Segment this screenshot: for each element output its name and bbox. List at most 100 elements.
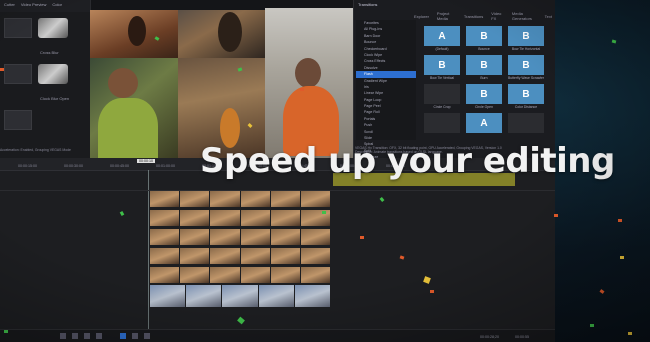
video-clip[interactable] [210,210,240,226]
video-clip[interactable] [240,229,270,245]
transition-preset[interactable]: A [466,113,502,134]
video-clip[interactable] [240,191,270,207]
video-clip[interactable] [180,191,210,207]
preset-thumbnail[interactable]: B [466,55,502,75]
tab-transitions[interactable]: Transitions [464,14,483,19]
tab-cutter[interactable]: Cutter [4,2,15,10]
video-preview-tile[interactable] [265,8,353,158]
video-clip[interactable] [210,267,240,283]
tab-explorer[interactable]: Explorer [414,14,429,19]
transition-preset[interactable]: A (Default) [424,26,460,51]
effect-thumbnail[interactable] [4,110,32,130]
preset-thumbnail[interactable]: B [466,84,502,104]
transition-preset[interactable]: B Bow Tie Vertical [424,55,460,80]
tab-media-generators[interactable]: Media Generators [512,11,537,21]
preset-thumbnail[interactable] [424,84,460,104]
video-preview-tile[interactable] [178,10,265,58]
video-clip[interactable] [222,285,258,307]
transition-preset[interactable]: Circle Crop [424,84,460,109]
transition-preset[interactable]: B Bounce [466,26,502,51]
transition-preset[interactable] [424,113,460,134]
stop-icon[interactable] [96,333,102,339]
preset-thumbnail[interactable]: B [508,55,544,75]
video-clip[interactable] [210,248,240,264]
tab-video-preview[interactable]: Video Preview [21,2,47,10]
transition-preset[interactable]: B Color Distance [508,84,544,109]
video-clip[interactable] [150,210,180,226]
video-track-clips[interactable] [150,285,331,307]
video-track-clips[interactable] [150,210,331,226]
video-clip[interactable] [270,248,300,264]
preset-thumbnail[interactable]: B [424,55,460,75]
video-track-clips[interactable] [150,191,331,207]
video-clip[interactable] [150,267,180,283]
eye-effect-thumbnail[interactable] [38,18,68,38]
video-clip[interactable] [180,229,210,245]
effect-thumbnail[interactable] [4,64,32,84]
tab-color[interactable]: Color [52,2,62,10]
video-track-clips[interactable] [150,267,331,283]
preset-label: Bow Tie Horizontal [511,47,541,51]
video-clip[interactable] [240,210,270,226]
video-clip[interactable] [186,285,222,307]
tab-project-media[interactable]: Project Media [437,11,456,21]
video-track-clips[interactable] [150,229,331,245]
effect-thumbnail[interactable] [4,18,32,38]
media-panel: Cutter Video Preview Color Cross Blur Cl… [0,0,91,160]
transition-preset[interactable] [508,113,544,134]
trim-tool-icon[interactable] [144,333,150,339]
video-clip[interactable] [150,191,180,207]
video-clip[interactable] [258,285,294,307]
tab-video-fx[interactable]: Video FX [491,11,504,21]
video-clip[interactable] [150,285,186,307]
record-icon[interactable] [60,333,66,339]
video-clip[interactable] [300,267,331,283]
video-clip[interactable] [300,191,331,207]
video-clip[interactable] [150,229,180,245]
effect-thumb-row [0,12,90,38]
transition-preset[interactable]: B Butterfly Wave Scrawler [508,55,544,80]
video-preview-tile[interactable] [90,10,178,58]
video-clip[interactable] [180,210,210,226]
preset-thumbnail[interactable] [508,113,544,133]
eye-effect-thumbnail[interactable] [38,64,68,84]
preset-thumbnail[interactable]: A [466,113,502,133]
video-clip[interactable] [240,267,270,283]
video-track-clips[interactable] [150,248,331,264]
loop-icon[interactable] [72,333,78,339]
play-icon[interactable] [84,333,90,339]
video-clip[interactable] [270,210,300,226]
video-clip[interactable] [300,248,331,264]
video-clip[interactable] [294,285,331,307]
select-tool-icon[interactable] [132,333,138,339]
tab-text[interactable]: Text [545,14,552,19]
face-shape [108,68,138,98]
preset-thumbnail[interactable]: B [466,26,502,46]
snap-icon[interactable] [120,333,126,339]
ruler-tick-label: 00:00:15:00 [18,164,37,168]
preset-thumbnail[interactable]: A [424,26,460,46]
video-preview-tile[interactable] [90,58,178,158]
preset-label: Bounce [478,47,490,51]
transition-preset[interactable]: B Bow Tie Horizontal [508,26,544,51]
playhead-cursor[interactable] [148,170,149,330]
video-clip[interactable] [270,229,300,245]
preset-thumbnail[interactable]: B [508,26,544,46]
preset-thumbnail[interactable] [424,113,460,133]
video-clip[interactable] [150,248,180,264]
effect-label-wrap: Cross Blur [0,38,90,58]
video-clip[interactable] [180,248,210,264]
video-clip[interactable] [270,267,300,283]
video-clip[interactable] [240,248,270,264]
video-clip[interactable] [210,191,240,207]
video-clip[interactable] [180,267,210,283]
preset-label: Butterfly Wave Scrawler [508,76,545,80]
transition-preset[interactable]: B Burn [466,55,502,80]
confetti-piece [618,219,622,222]
video-clip[interactable] [210,229,240,245]
preset-thumbnail[interactable]: B [508,84,544,104]
transition-preset[interactable]: B Circle Open [466,84,502,109]
video-clip[interactable] [270,191,300,207]
video-clip[interactable] [300,229,331,245]
preset-label: Circle Open [475,105,493,109]
